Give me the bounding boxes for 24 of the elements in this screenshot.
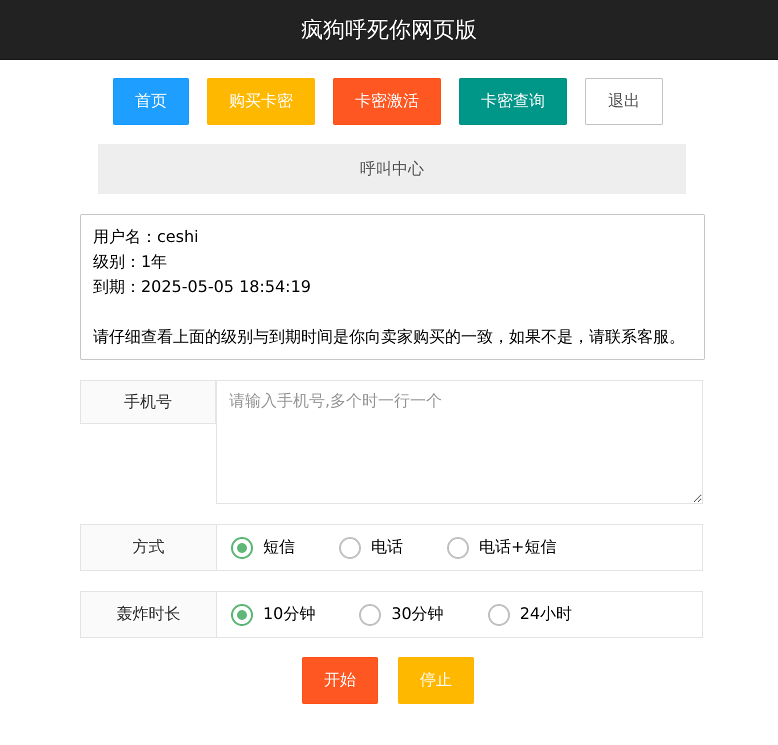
field-label: 轰炸时长	[81, 592, 217, 637]
nav-button[interactable]: 卡密查询	[459, 78, 567, 125]
info-line: 级别：1年	[93, 251, 168, 273]
radio-label[interactable]: 电话	[371, 537, 403, 558]
page-title: 疯狗呼死你网页版	[301, 17, 477, 45]
field-label: 手机号	[80, 380, 216, 424]
radio-button[interactable]	[231, 536, 253, 558]
section-title: 呼叫中心	[360, 158, 424, 180]
radio-label[interactable]: 10分钟	[263, 604, 316, 625]
radio-label[interactable]: 电话+短信	[479, 537, 556, 558]
radio-button[interactable]	[488, 604, 510, 626]
radio-label[interactable]: 短信	[263, 537, 295, 558]
radio-button[interactable]	[231, 604, 253, 626]
field-label: 方式	[81, 525, 217, 570]
radio-label[interactable]: 24小时	[520, 604, 572, 625]
info-line: 用户名：ceshi	[93, 226, 200, 248]
radio-button[interactable]	[359, 604, 382, 626]
radio-button[interactable]	[339, 536, 361, 558]
radio-button[interactable]	[447, 536, 469, 558]
radio-label[interactable]: 30分钟	[391, 604, 444, 625]
nav-button[interactable]: 退出	[585, 78, 663, 125]
info-line: 到期：2025-05-05 18:54:19	[93, 276, 312, 298]
phone-input[interactable]: 请输入手机号,多个时一行一个	[216, 380, 703, 504]
notice-text: 请仔细查看上面的级别与到期时间是你向卖家购买的一致，如果不是，请联系客服。	[93, 326, 686, 348]
